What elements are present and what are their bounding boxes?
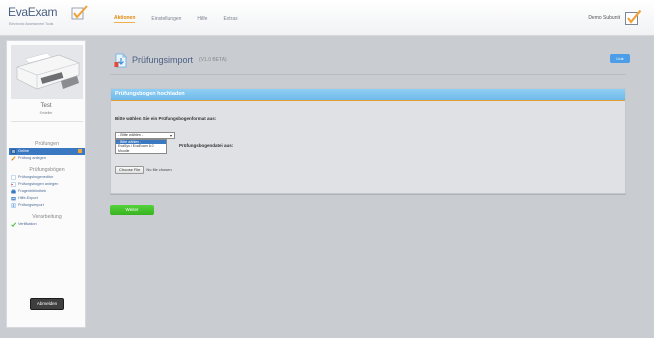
nav-hilfe[interactable]: Hilfe: [197, 16, 207, 22]
nav-einstellungen[interactable]: Einstellungen: [151, 16, 181, 22]
dropdown-option[interactable]: Moodle: [116, 149, 166, 153]
scanner-image: [11, 45, 83, 99]
sidebar-heading-pruefungsboegen: Prüfungsbögen: [29, 167, 65, 173]
sidebar-item-hilfe-export[interactable]: Hilfe-Export: [9, 195, 85, 202]
link-button[interactable]: Link: [610, 54, 630, 63]
sidebar-item-verifikation[interactable]: Verifikation: [9, 221, 85, 228]
library-icon: [11, 189, 16, 194]
sidebar-item-label: Hilfe-Export: [18, 196, 38, 200]
sidebar-user-name: Test: [40, 103, 52, 109]
document-icon: [11, 175, 16, 180]
list-icon: [11, 149, 16, 154]
sidebar-item-label: Prüfungsbogen anlegen: [18, 182, 59, 186]
active-marker: [78, 149, 82, 153]
user-photo: [11, 45, 83, 99]
page-version: (V1.0 BETA): [199, 57, 227, 63]
format-select-value: - Bitte wählen -: [118, 133, 144, 137]
sidebar-item-pruefungsimport[interactable]: Prüfungsimport: [9, 202, 85, 209]
choose-file-button[interactable]: Choose File: [115, 165, 145, 174]
user-area[interactable]: Demo Subunit: [588, 8, 642, 28]
page-title-row: Prüfungsimport (V1.0 BETA): [114, 52, 227, 68]
file-label: Prüfungsbogendatei aus:: [179, 143, 234, 148]
logo-subtitle: Electronic Assessment Tools: [9, 22, 54, 26]
format-label: Bitte wählen Sie ein Prüfungsbogenformat…: [115, 116, 217, 121]
left-sidebar: Test Ersteller Prüfungen Online Prüfung …: [6, 40, 86, 328]
check-icon: [11, 222, 16, 227]
sidebar-item-pruefung-anlegen[interactable]: Prüfung anlegen: [9, 155, 85, 162]
logo-check-icon: [71, 5, 88, 20]
top-navigation: Aktionen Einstellungen Hilfe Extras: [114, 15, 238, 23]
sidebar-item-pruefungsbogen-anlegen[interactable]: Prüfungsbogen anlegen: [9, 181, 85, 188]
sidebar-item-label: Prüfungsimport: [18, 203, 44, 207]
document-add-icon: [11, 182, 16, 187]
sidebar-item-pruefungsbogeneditor[interactable]: Prüfungsbogeneditor: [9, 174, 85, 181]
sidebar-item-label: Fragenbibliothek: [18, 189, 47, 193]
upload-panel: Prüfungsbogen hochladen Bitte wählen Sie…: [110, 88, 626, 194]
sidebar-heading-pruefungen: Prüfungen: [35, 141, 59, 147]
format-dropdown: - Bitte wählen - EvaSys / EvaExam 6.0 Mo…: [115, 139, 167, 155]
panel-header: Prüfungsbogen hochladen: [111, 89, 625, 100]
sidebar-item-label: Prüfungsbogeneditor: [18, 175, 54, 179]
import-icon: [114, 53, 127, 67]
title-divider: [110, 74, 626, 75]
chevron-down-icon: ▾: [169, 133, 172, 138]
page-title: Prüfungsimport: [132, 55, 194, 65]
sidebar-heading-verarbeitung: Verarbeitung: [32, 214, 62, 220]
logout-button[interactable]: Abmelden: [30, 298, 64, 310]
panel-divider: [110, 194, 626, 195]
nav-extras[interactable]: Extras: [223, 16, 237, 22]
user-check-icon: [625, 9, 642, 25]
format-select[interactable]: - Bitte wählen - ▾: [115, 132, 175, 139]
file-input-row: Choose File No file chosen: [115, 165, 172, 174]
sidebar-item-label: Prüfung anlegen: [18, 156, 46, 160]
export-icon: [11, 197, 16, 201]
sidebar-divider: [11, 121, 83, 122]
logo[interactable]: EvaExam Electronic Assessment Tools: [8, 5, 100, 31]
logo-text: EvaExam: [8, 5, 58, 19]
main-content: Prüfungsimport (V1.0 BETA) Link Prüfungs…: [102, 40, 646, 328]
sidebar-item-fragenbibliothek[interactable]: Fragenbibliothek: [9, 188, 85, 195]
nav-aktionen[interactable]: Aktionen: [114, 15, 136, 23]
sidebar-menu: Prüfungen Online Prüfung anlegen Prüfung…: [9, 136, 85, 228]
panel-header-rule: [111, 100, 625, 101]
pencil-icon: [11, 156, 16, 161]
user-name: Demo Subunit: [588, 15, 620, 21]
sidebar-user-role: Ersteller: [39, 111, 53, 115]
sidebar-item-label: Verifikation: [18, 222, 37, 226]
import-icon: [11, 203, 16, 208]
next-button[interactable]: Weiter: [110, 205, 154, 215]
no-file-text: No file chosen: [146, 167, 172, 172]
sidebar-item-label: Online: [18, 149, 29, 153]
top-header: EvaExam Electronic Assessment Tools Akti…: [0, 0, 654, 36]
sidebar-item-online[interactable]: Online: [9, 148, 85, 155]
